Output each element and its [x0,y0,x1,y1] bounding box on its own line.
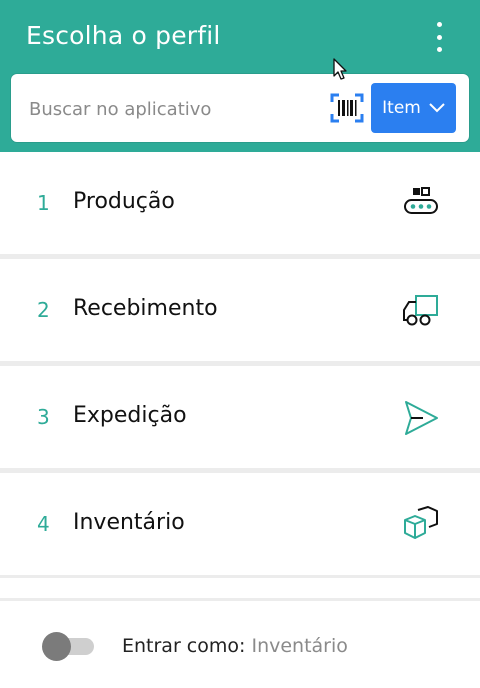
login-as-text: Entrar como: Inventário [122,635,348,657]
list-item-partial [0,578,480,598]
search-input[interactable] [27,88,331,130]
item-filter-label: Item [382,98,421,118]
list-item-number: 3 [37,405,50,429]
login-as-prefix: Entrar como: [122,635,246,657]
barcode-scan-icon [330,93,364,123]
login-as-toggle[interactable] [42,632,94,661]
boxes-icon [404,506,438,539]
list-item-expedicao[interactable]: 3 Expedição [0,366,480,468]
list-item-label: Recebimento [73,296,218,321]
more-menu-button[interactable] [428,22,450,52]
toggle-knob [42,632,71,661]
list-item-inventario[interactable]: 4 Inventário [0,473,480,575]
list-item-number: 1 [37,191,50,215]
mouse-cursor-icon [333,58,347,80]
app-header: Escolha o perfil Item [0,0,480,152]
send-icon [405,401,438,435]
more-vertical-icon [436,22,442,27]
barcode-scan-button[interactable] [330,92,364,124]
list-item-number: 2 [37,298,50,322]
list-item-label: Inventário [73,510,185,535]
chevron-down-icon [429,103,445,113]
footer-bar: Entrar como: Inventário [0,601,480,688]
conveyor-icon [404,187,438,214]
more-vertical-icon-dot [436,47,442,52]
search-bar: Item [11,74,469,142]
list-item-recebimento[interactable]: 2 Recebimento [0,259,480,361]
page-title: Escolha o perfil [26,21,221,50]
login-as-value: Inventário [251,635,348,657]
list-item-producao[interactable]: 1 Produção [0,152,480,254]
list-item-label: Produção [73,189,175,214]
list-item-label: Expedição [73,403,187,428]
list-item-number: 4 [37,512,50,536]
truck-icon [403,295,438,326]
more-vertical-icon-dot [436,34,442,40]
item-filter-dropdown[interactable]: Item [371,83,456,133]
